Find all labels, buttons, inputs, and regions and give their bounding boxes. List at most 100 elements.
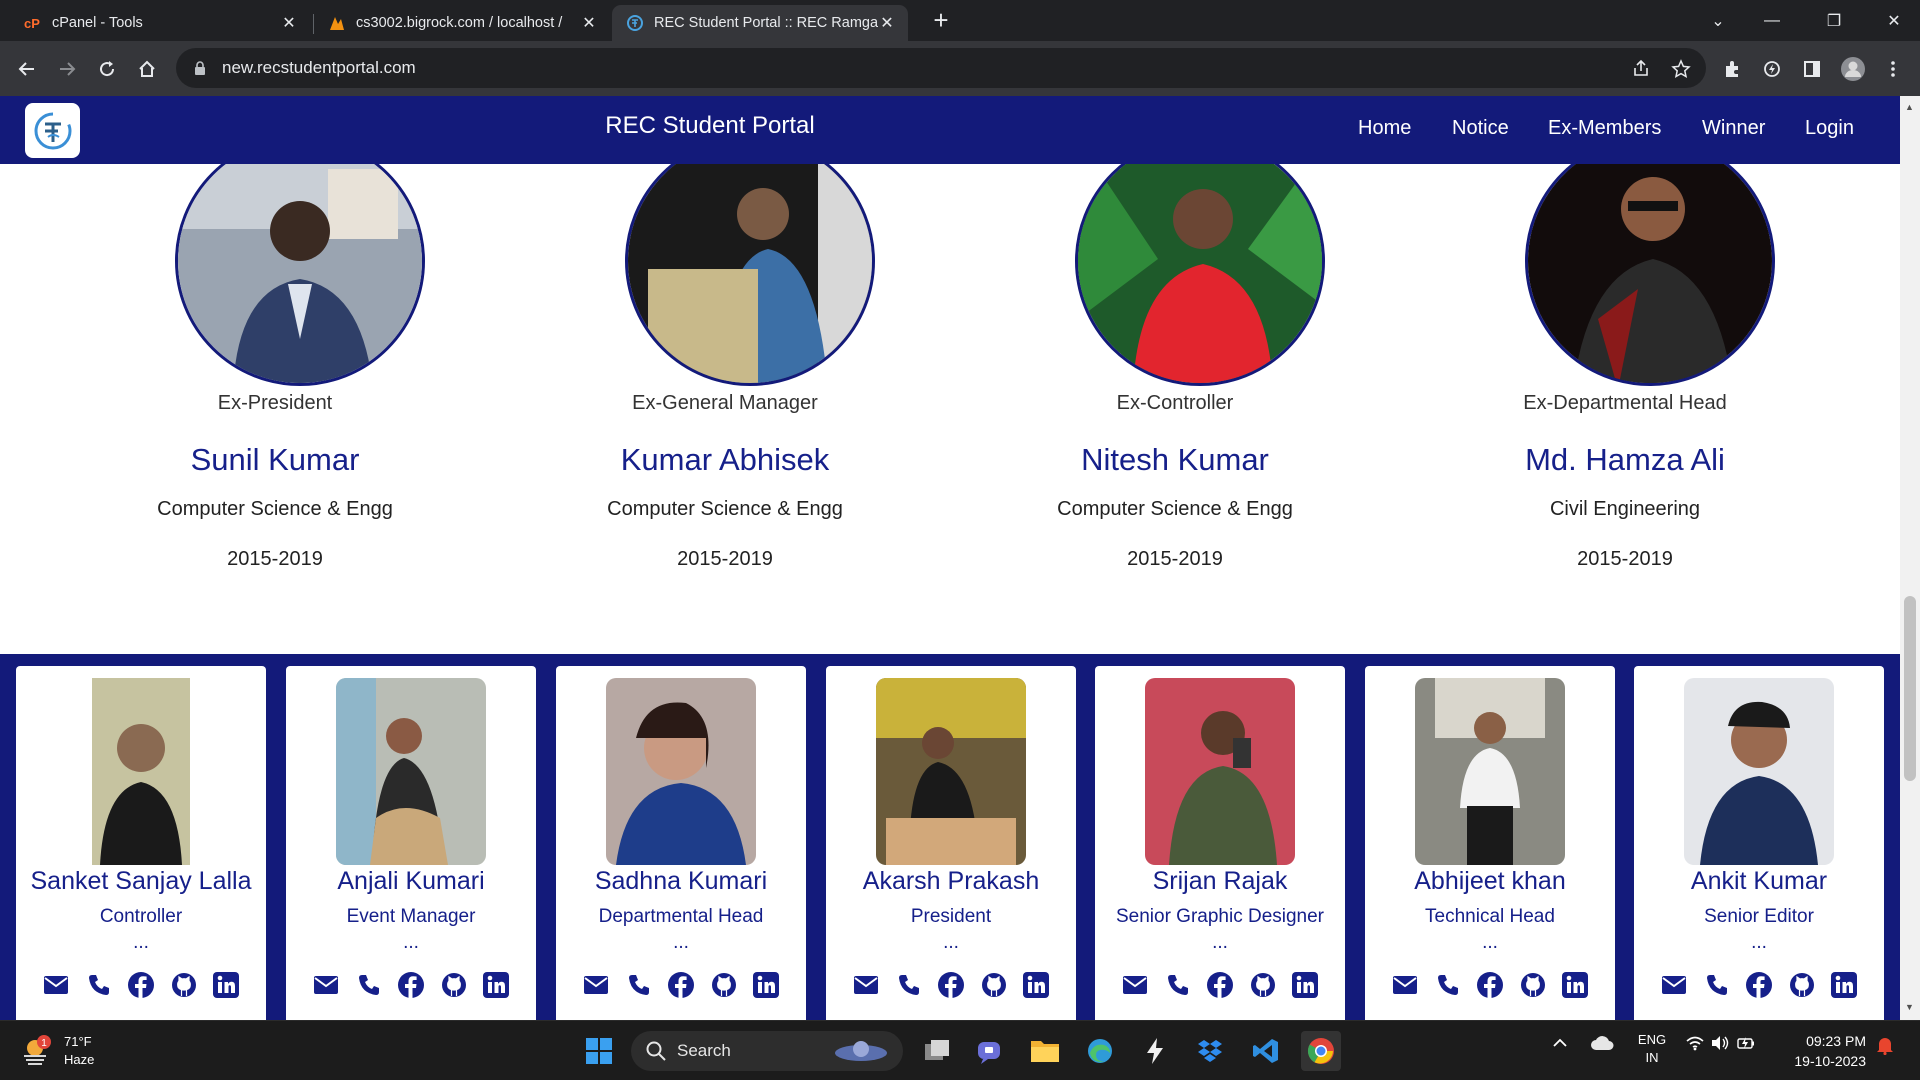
- page-scrollbar[interactable]: ▲ ▼: [1900, 96, 1920, 1020]
- system-clock[interactable]: 09:23 PM 19-10-2023: [1786, 1031, 1866, 1071]
- extensions-icon[interactable]: [1715, 52, 1749, 86]
- email-icon[interactable]: [41, 970, 71, 1000]
- scrollbar-thumb[interactable]: [1904, 596, 1916, 781]
- lock-icon[interactable]: [190, 61, 210, 75]
- performance-icon[interactable]: [1755, 52, 1789, 86]
- email-icon[interactable]: [581, 970, 611, 1000]
- facebook-icon[interactable]: [936, 970, 966, 1000]
- member-card: Sanket Sanjay Lalla Controller ...: [16, 666, 266, 1020]
- tab-search-icon[interactable]: ⌄: [1692, 0, 1744, 41]
- scroll-up-icon[interactable]: ▲: [1905, 102, 1914, 112]
- volume-icon[interactable]: [1710, 1035, 1730, 1054]
- linkedin-icon[interactable]: [1290, 970, 1320, 1000]
- onedrive-cloud-icon[interactable]: [1590, 1035, 1614, 1054]
- email-icon[interactable]: [1659, 970, 1689, 1000]
- member-more[interactable]: ...: [826, 932, 1076, 954]
- task-view-icon[interactable]: [917, 1031, 957, 1071]
- phone-icon[interactable]: [624, 970, 654, 1000]
- file-explorer-icon[interactable]: [1025, 1031, 1065, 1071]
- notification-bell-icon[interactable]: [1876, 1035, 1894, 1058]
- nav-login[interactable]: Login: [1805, 117, 1854, 140]
- nav-notice[interactable]: Notice: [1452, 117, 1509, 140]
- member-more[interactable]: ...: [286, 932, 536, 954]
- github-icon[interactable]: [439, 970, 469, 1000]
- github-icon[interactable]: [979, 970, 1009, 1000]
- chrome-icon[interactable]: [1301, 1031, 1341, 1071]
- side-panel-icon[interactable]: [1795, 52, 1829, 86]
- language-indicator[interactable]: ENG IN: [1636, 1031, 1668, 1067]
- email-icon[interactable]: [1120, 970, 1150, 1000]
- tab-cpanel[interactable]: cP cPanel - Tools ✕: [10, 5, 310, 41]
- dropbox-icon[interactable]: [1190, 1031, 1230, 1071]
- taskbar-search[interactable]: Search: [631, 1031, 903, 1071]
- restore-icon[interactable]: ❐: [1808, 0, 1860, 41]
- wifi-icon[interactable]: [1686, 1035, 1704, 1054]
- phone-icon[interactable]: [354, 970, 384, 1000]
- lightning-app-icon[interactable]: [1135, 1031, 1175, 1071]
- nav-winner[interactable]: Winner: [1702, 117, 1765, 140]
- member-more[interactable]: ...: [1634, 932, 1884, 954]
- member-more[interactable]: ...: [1095, 932, 1345, 954]
- close-icon[interactable]: ✕: [878, 13, 896, 33]
- url-text[interactable]: new.recstudentportal.com: [222, 58, 416, 78]
- menu-kebab-icon[interactable]: [1876, 52, 1910, 86]
- profile-avatar[interactable]: [1836, 52, 1870, 86]
- start-button[interactable]: [579, 1031, 619, 1071]
- teams-chat-icon[interactable]: [969, 1031, 1009, 1071]
- vscode-icon[interactable]: [1246, 1031, 1286, 1071]
- member-more[interactable]: ...: [16, 932, 266, 954]
- member-more[interactable]: ...: [556, 932, 806, 954]
- back-icon[interactable]: [10, 52, 44, 86]
- phone-icon[interactable]: [894, 970, 924, 1000]
- facebook-icon[interactable]: [666, 970, 696, 1000]
- linkedin-icon[interactable]: [481, 970, 511, 1000]
- battery-charging-icon[interactable]: [1736, 1035, 1758, 1054]
- phone-icon[interactable]: [1433, 970, 1463, 1000]
- scroll-down-icon[interactable]: ▼: [1905, 1002, 1914, 1012]
- weather-widget[interactable]: 1 71°F Haze: [20, 1031, 130, 1071]
- linkedin-icon[interactable]: [211, 970, 241, 1000]
- github-icon[interactable]: [1518, 970, 1548, 1000]
- member-role: President: [910, 906, 992, 927]
- github-icon[interactable]: [1787, 970, 1817, 1000]
- new-tab-button[interactable]: +: [924, 6, 958, 36]
- forward-icon[interactable]: [50, 52, 84, 86]
- show-hidden-icons[interactable]: [1552, 1035, 1568, 1054]
- facebook-icon[interactable]: [1744, 970, 1774, 1000]
- close-icon[interactable]: ✕: [580, 13, 598, 33]
- github-icon[interactable]: [1248, 970, 1278, 1000]
- phone-icon[interactable]: [1163, 970, 1193, 1000]
- site-logo[interactable]: [25, 103, 80, 158]
- linkedin-icon[interactable]: [1829, 970, 1859, 1000]
- bookmark-star-icon[interactable]: [1664, 52, 1698, 86]
- nav-ex-members[interactable]: Ex-Members: [1548, 117, 1661, 140]
- facebook-icon[interactable]: [396, 970, 426, 1000]
- facebook-icon[interactable]: [1475, 970, 1505, 1000]
- member-more[interactable]: ...: [1365, 932, 1615, 954]
- email-icon[interactable]: [851, 970, 881, 1000]
- tab-phpmyadmin[interactable]: cs3002.bigrock.com / localhost / ✕: [314, 5, 610, 41]
- linkedin-icon[interactable]: [1560, 970, 1590, 1000]
- home-icon[interactable]: [130, 52, 164, 86]
- edge-browser-icon[interactable]: [1080, 1031, 1120, 1071]
- minimize-icon[interactable]: —: [1746, 0, 1798, 41]
- share-icon[interactable]: [1624, 52, 1658, 86]
- linkedin-icon[interactable]: [751, 970, 781, 1000]
- email-icon[interactable]: [311, 970, 341, 1000]
- github-icon[interactable]: [709, 970, 739, 1000]
- facebook-icon[interactable]: [1205, 970, 1235, 1000]
- nav-home[interactable]: Home: [1358, 117, 1411, 140]
- phone-icon[interactable]: [1702, 970, 1732, 1000]
- site-title[interactable]: REC Student Portal: [500, 112, 920, 140]
- address-bar[interactable]: new.recstudentportal.com: [176, 48, 1706, 88]
- email-icon[interactable]: [1390, 970, 1420, 1000]
- site-navbar: REC Student Portal Home Notice Ex-Member…: [0, 96, 1900, 164]
- facebook-icon[interactable]: [126, 970, 156, 1000]
- github-icon[interactable]: [169, 970, 199, 1000]
- tab-rec-portal[interactable]: REC Student Portal :: REC Ramga ✕: [612, 5, 908, 41]
- reload-icon[interactable]: [90, 52, 124, 86]
- close-icon[interactable]: ✕: [280, 13, 298, 33]
- window-close-icon[interactable]: ✕: [1868, 0, 1920, 41]
- linkedin-icon[interactable]: [1021, 970, 1051, 1000]
- phone-icon[interactable]: [84, 970, 114, 1000]
